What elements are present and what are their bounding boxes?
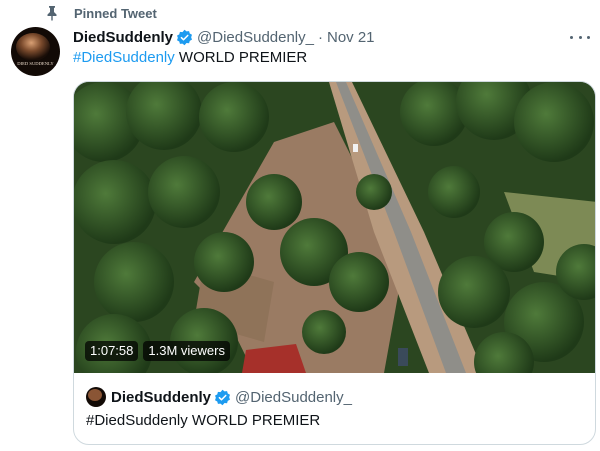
- tweet-text-body: WORLD PREMIER: [174, 49, 308, 66]
- author-handle[interactable]: @DiedSuddenly_: [197, 29, 314, 46]
- avatar-caption: DIED SUDDENLY: [17, 61, 54, 66]
- hashtag-link[interactable]: #DiedSuddenly: [73, 49, 175, 66]
- video-duration: 1:07:58: [85, 341, 139, 361]
- quoted-avatar[interactable]: [86, 387, 106, 407]
- separator-dot: ·: [317, 28, 323, 46]
- quoted-tweet-card[interactable]: 1:07:58 1.3M viewers DiedSuddenly @DiedS…: [73, 81, 596, 445]
- tweet-header: DiedSuddenly @DiedSuddenly_ · Nov 21: [73, 26, 600, 48]
- video-meta: 1:07:58 1.3M viewers: [85, 341, 230, 361]
- pin-icon: [44, 5, 60, 21]
- quoted-tweet-text: #DiedSuddenly WORLD PREMIER: [86, 412, 321, 429]
- more-options-icon[interactable]: [570, 31, 590, 43]
- pinned-indicator: Pinned Tweet: [44, 4, 157, 22]
- tweet-date[interactable]: Nov 21: [327, 29, 375, 46]
- tweet-text: #DiedSuddenly WORLD PREMIER: [73, 49, 307, 66]
- quoted-verified-badge-icon: [214, 389, 231, 406]
- video-viewers: 1.3M viewers: [143, 341, 230, 361]
- quoted-tweet-header: DiedSuddenly @DiedSuddenly_: [86, 386, 352, 408]
- pinned-label: Pinned Tweet: [74, 5, 157, 21]
- avatar[interactable]: DIED SUDDENLY: [11, 27, 60, 76]
- video-thumbnail[interactable]: 1:07:58 1.3M viewers: [74, 82, 595, 373]
- author-name[interactable]: DiedSuddenly: [73, 29, 173, 46]
- quoted-author-name[interactable]: DiedSuddenly: [111, 389, 211, 406]
- verified-badge-icon: [176, 29, 193, 46]
- quoted-author-handle[interactable]: @DiedSuddenly_: [235, 389, 352, 406]
